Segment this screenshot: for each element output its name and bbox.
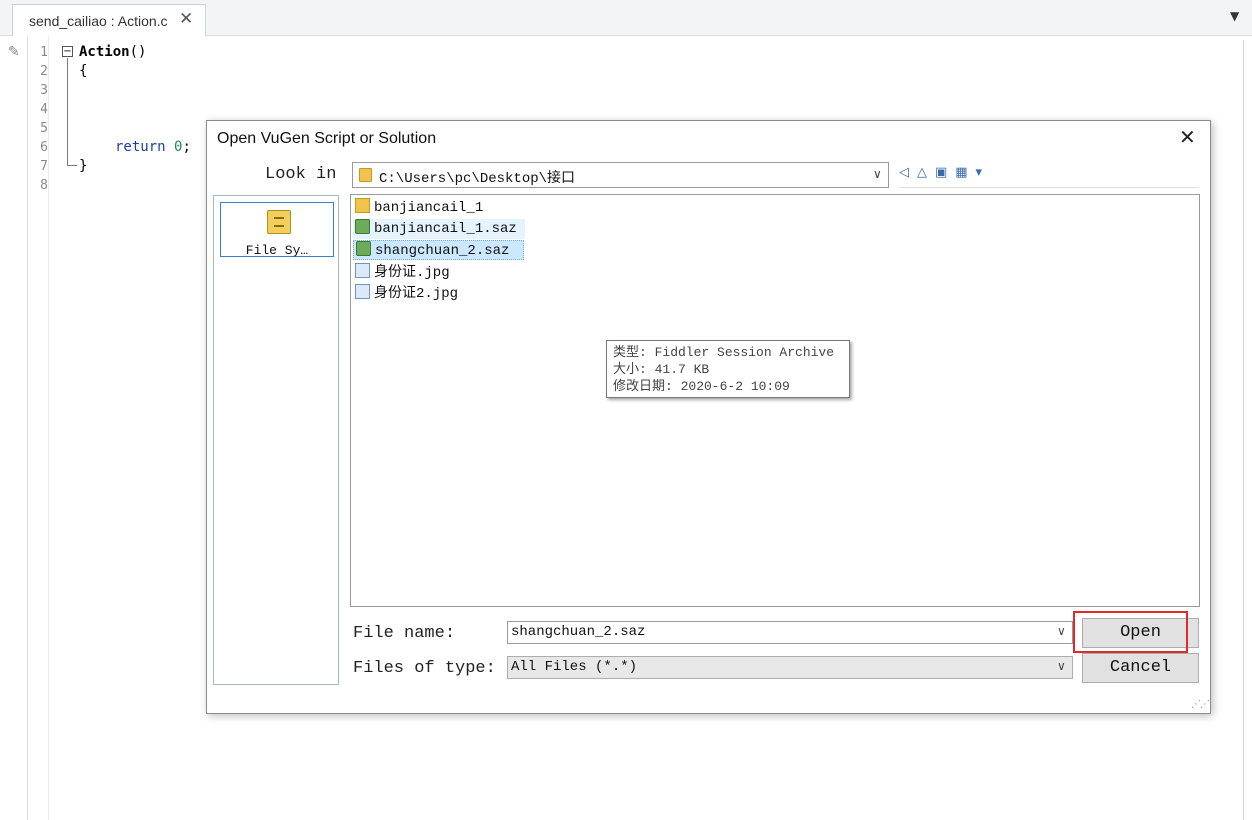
function-parens: () [129, 44, 147, 60]
files-of-type-dropdown[interactable]: All Files (*.*) ∨ [507, 656, 1073, 679]
fold-margin-divider [48, 36, 49, 820]
navigation-toolbar[interactable]: ◁△▣▦▾ [899, 165, 990, 180]
list-item[interactable]: banjiancail_1.saz [353, 219, 525, 239]
code-line-1[interactable]: Action() [79, 44, 146, 60]
file-name-value: shangchuan_2.saz [511, 624, 646, 640]
return-keyword: return [115, 139, 166, 155]
places-item-label: File Sy… [245, 243, 309, 258]
file-name: 身份证2.jpg [374, 286, 459, 302]
look-in-label: Look in [265, 165, 337, 184]
close-tab-icon[interactable]: ✕ [179, 9, 193, 29]
editor-tab-strip: send_cailiao : Action.c ✕ ▼ [0, 0, 1252, 36]
line-number: 3 [40, 83, 48, 98]
file-list[interactable]: banjiancail_1 banjiancail_1.saz shangchu… [350, 194, 1200, 607]
saz-file-icon [355, 219, 370, 234]
tooltip-type: 类型: Fiddler Session Archive [613, 345, 835, 360]
file-tooltip: 类型: Fiddler Session Archive 大小: 41.7 KB … [606, 340, 850, 398]
file-name: banjiancail_1.saz [374, 221, 517, 237]
toolbar-divider [899, 187, 1199, 188]
folder-icon [355, 198, 370, 213]
file-name: shangchuan_2.saz [375, 243, 510, 259]
look-in-path: C:\Users\pc\Desktop\接口 [379, 171, 576, 187]
file-name-field[interactable]: shangchuan_2.saz ∨ [507, 621, 1073, 644]
tooltip-size: 大小: 41.7 KB [613, 362, 710, 377]
cancel-button[interactable]: Cancel [1082, 653, 1199, 683]
line-number: 5 [40, 121, 48, 136]
bookmark-icon[interactable]: ✎ [8, 44, 20, 60]
file-name-label: File name: [353, 624, 456, 643]
tooltip-date: 修改日期: 2020-6-2 10:09 [613, 379, 790, 394]
tab-label: send_cailiao : Action.c [29, 13, 168, 29]
vertical-scrollbar[interactable] [1243, 40, 1244, 820]
open-script-dialog: Open VuGen Script or Solution ✕ Look in … [206, 120, 1211, 714]
image-file-icon [355, 263, 370, 278]
list-item[interactable]: 身份证2.jpg [353, 282, 458, 302]
resize-grip-icon[interactable]: ⋰⋰ [1191, 699, 1210, 710]
function-name: Action [79, 44, 130, 60]
semicolon: ; [182, 139, 191, 155]
file-name: 身份证.jpg [374, 265, 450, 281]
fold-guide-end [67, 165, 77, 166]
line-number: 1 [40, 45, 48, 60]
line-number: 7 [40, 159, 48, 174]
image-file-icon [355, 284, 370, 299]
files-of-type-value: All Files (*.*) [511, 659, 638, 675]
list-item[interactable]: 身份证.jpg [353, 261, 450, 281]
tab-overflow-icon[interactable]: ▼ [1230, 9, 1239, 23]
line-number: 8 [40, 178, 48, 193]
gutter-divider [27, 36, 28, 820]
look-in-dropdown[interactable]: C:\Users\pc\Desktop\接口 ∨ [352, 162, 889, 188]
places-bar: File Sy… [213, 195, 339, 685]
saz-file-icon [356, 241, 371, 256]
list-item[interactable]: shangchuan_2.saz [353, 240, 525, 260]
line-number: 2 [40, 64, 48, 79]
close-icon[interactable]: ✕ [1179, 125, 1196, 149]
chevron-down-icon[interactable]: ∨ [1057, 659, 1066, 673]
list-item[interactable]: banjiancail_1 [353, 198, 483, 218]
fold-guide-line [67, 58, 68, 166]
places-item-file-system[interactable]: File Sy… [220, 202, 334, 258]
tab-action-c[interactable]: send_cailiao : Action.c ✕ [12, 4, 206, 36]
dialog-title: Open VuGen Script or Solution [217, 130, 437, 147]
chevron-down-icon[interactable]: ∨ [873, 167, 882, 181]
file-cabinet-icon [267, 210, 291, 234]
file-name: banjiancail_1 [374, 200, 484, 216]
folder-icon [359, 168, 372, 182]
chevron-down-icon[interactable]: ∨ [1057, 624, 1066, 638]
line-number: 4 [40, 102, 48, 117]
code-line-7[interactable]: } [79, 158, 87, 174]
code-line-2[interactable]: { [79, 63, 87, 79]
files-of-type-label: Files of type: [353, 659, 496, 678]
collapse-fold-icon[interactable]: − [62, 46, 73, 57]
highlight-annotation [1073, 611, 1188, 653]
code-line-6[interactable]: return 0; [115, 139, 191, 155]
line-number: 6 [40, 140, 48, 155]
